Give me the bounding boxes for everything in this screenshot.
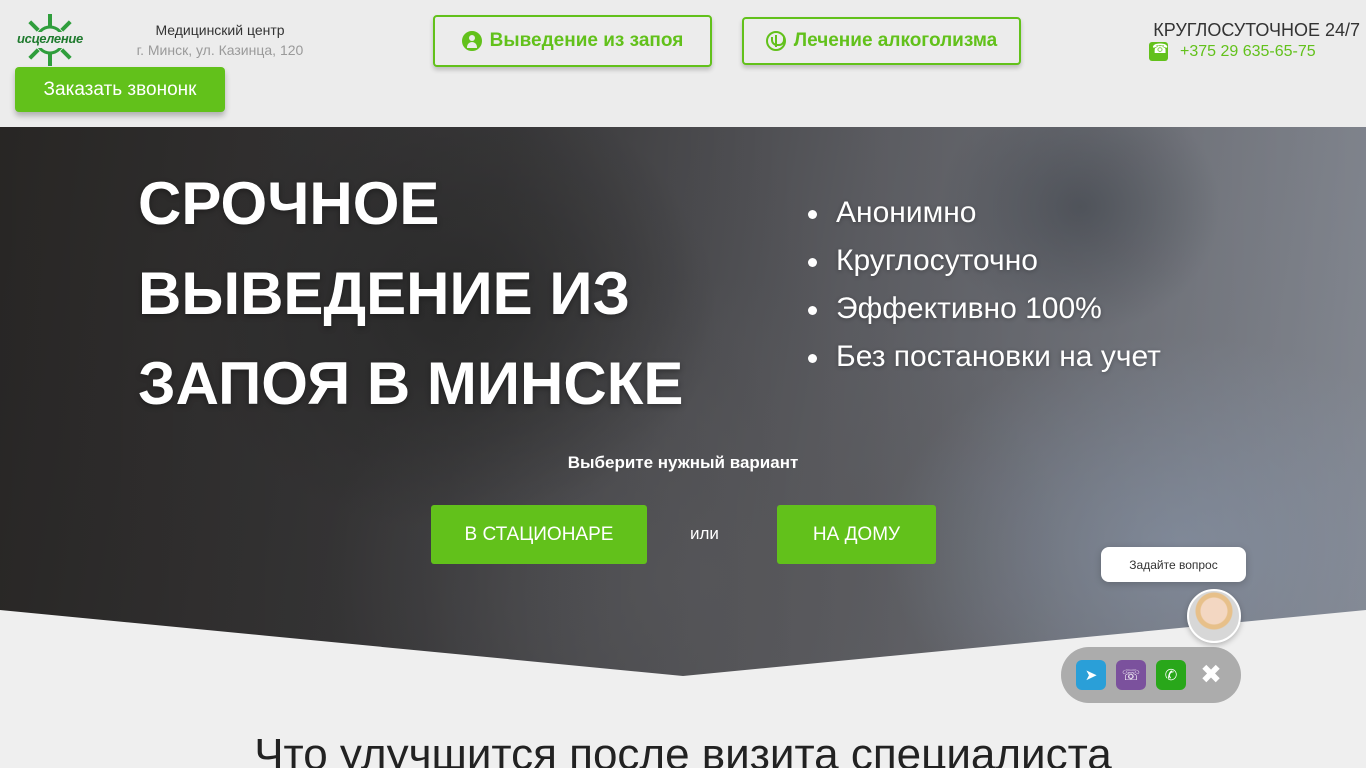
benefit-item: Эффективно 100% — [808, 285, 1161, 333]
nav-button-label: Выведение из запоя — [489, 30, 684, 51]
phone-number: +375 29 635-65-75 — [1180, 42, 1316, 60]
site-header: исцеление Медицинский центр г. Минск, ул… — [0, 0, 1366, 127]
home-option-button[interactable]: НА ДОМУ — [777, 505, 936, 564]
ask-question-bubble[interactable]: Задайте вопрос — [1101, 547, 1246, 582]
nav-button-alcoholism[interactable]: Лечение алкоголизма — [742, 17, 1021, 65]
logo-text: исцеление — [17, 31, 83, 46]
hero-title-line: ЗАПОЯ В МИНСКЕ — [138, 350, 684, 417]
phone-icon — [1149, 42, 1168, 61]
nav-button-withdrawal[interactable]: Выведение из запоя — [433, 15, 712, 67]
close-icon[interactable]: ✖ — [1196, 660, 1226, 690]
logo[interactable]: исцеление — [14, 14, 86, 66]
telegram-icon[interactable]: ➤ — [1076, 660, 1106, 690]
viber-icon[interactable]: ☏ — [1116, 660, 1146, 690]
section-title: Что улучшится после визита специалиста — [254, 730, 1112, 768]
hero-section: СРОЧНОЕ ВЫВЕДЕНИЕ ИЗ ЗАПОЯ В МИНСКЕ Анон… — [0, 127, 1366, 687]
hours-label: КРУГЛОСУТОЧНОЕ 24/7 — [1153, 20, 1360, 40]
callback-button[interactable]: Заказать звононк — [15, 67, 225, 112]
whatsapp-icon[interactable]: ✆ — [1156, 660, 1186, 690]
choose-label: Выберите нужный вариант — [567, 453, 799, 472]
hospital-option-button[interactable]: В СТАЦИОНАРЕ — [431, 505, 647, 564]
hero-title-line: СРОЧНОЕ — [138, 170, 440, 237]
or-label: или — [690, 524, 719, 543]
phone-link[interactable]: +375 29 635-65-75 — [1149, 42, 1316, 61]
messenger-bar: ➤ ☏ ✆ ✖ — [1061, 647, 1241, 703]
nav-button-label: Лечение алкоголизма — [793, 30, 998, 51]
benefit-item: Без постановки на учет — [808, 333, 1161, 381]
benefit-item: Круглосуточно — [808, 237, 1161, 285]
center-name: Медицинский центр — [155, 22, 285, 38]
consultant-avatar[interactable] — [1187, 589, 1241, 643]
person-icon — [461, 31, 482, 51]
hero-title: СРОЧНОЕ ВЫВЕДЕНИЕ ИЗ ЗАПОЯ В МИНСКЕ — [138, 159, 683, 429]
center-address: г. Минск, ул. Казинца, 120 — [136, 42, 304, 58]
benefit-item: Анонимно — [808, 189, 1161, 237]
hero-title-line: ВЫВЕДЕНИЕ ИЗ — [138, 260, 631, 327]
medical-icon — [765, 31, 786, 51]
benefits-list: Анонимно Круглосуточно Эффективно 100% Б… — [808, 189, 1161, 381]
